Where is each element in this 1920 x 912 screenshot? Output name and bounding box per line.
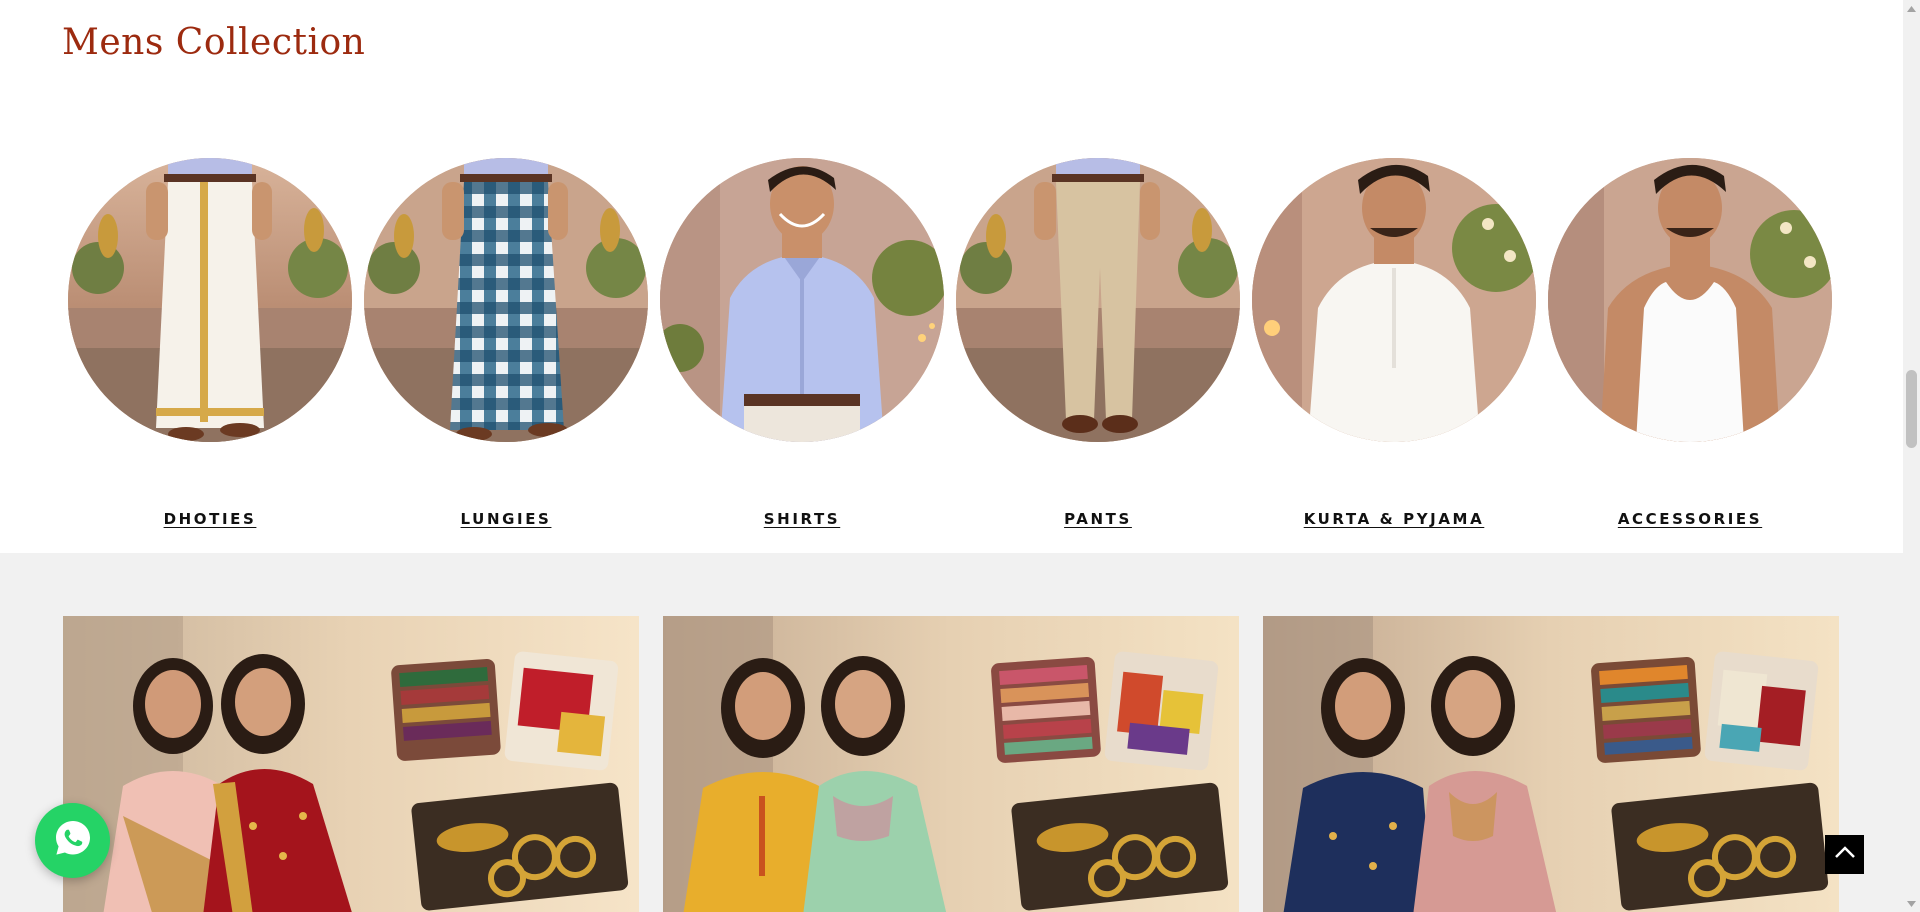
category-label[interactable]: KURTA & PYJAMA	[1252, 510, 1536, 528]
category-image-kurta-pyjama[interactable]	[1252, 158, 1536, 442]
vertical-scrollbar[interactable]	[1903, 0, 1920, 912]
category-pants[interactable]: PANTS	[956, 158, 1240, 538]
mens-collection-section: Mens Collection DHOTIES LUNGIES SHIRTS P…	[0, 0, 1903, 553]
category-list: DHOTIES LUNGIES SHIRTS PANTS KURTA & PYJ…	[62, 158, 1842, 538]
promo-banner-kurtis[interactable]	[1263, 616, 1839, 912]
scrollbar-thumb[interactable]	[1906, 370, 1917, 448]
promo-banner-salwar[interactable]	[663, 616, 1239, 912]
page: Mens Collection DHOTIES LUNGIES SHIRTS P…	[0, 0, 1920, 912]
category-kurta-pyjama[interactable]: KURTA & PYJAMA	[1252, 158, 1536, 538]
scroll-up-arrow-icon[interactable]	[1903, 0, 1920, 17]
category-dhoties[interactable]: DHOTIES	[68, 158, 352, 538]
category-image-lungies[interactable]	[364, 158, 648, 442]
back-to-top-button[interactable]	[1825, 835, 1864, 874]
category-label[interactable]: PANTS	[956, 510, 1240, 528]
whatsapp-icon	[52, 817, 94, 864]
category-image-pants[interactable]	[956, 158, 1240, 442]
category-label[interactable]: ACCESSORIES	[1548, 510, 1832, 528]
main-content: Mens Collection DHOTIES LUNGIES SHIRTS P…	[0, 0, 1903, 912]
section-title: Mens Collection	[62, 22, 366, 63]
category-image-accessories[interactable]	[1548, 158, 1832, 442]
scroll-down-arrow-icon[interactable]	[1903, 895, 1920, 912]
category-label[interactable]: LUNGIES	[364, 510, 648, 528]
category-shirts[interactable]: SHIRTS	[660, 158, 944, 538]
category-image-dhoties[interactable]	[68, 158, 352, 442]
promo-banner-section	[0, 553, 1903, 912]
category-label[interactable]: SHIRTS	[660, 510, 944, 528]
promo-banner-sarees[interactable]	[63, 616, 639, 912]
category-accessories[interactable]: ACCESSORIES	[1548, 158, 1832, 538]
category-lungies[interactable]: LUNGIES	[364, 158, 648, 538]
chevron-up-icon	[1834, 845, 1856, 864]
whatsapp-chat-button[interactable]	[35, 803, 110, 878]
category-label[interactable]: DHOTIES	[68, 510, 352, 528]
category-image-shirts[interactable]	[660, 158, 944, 442]
